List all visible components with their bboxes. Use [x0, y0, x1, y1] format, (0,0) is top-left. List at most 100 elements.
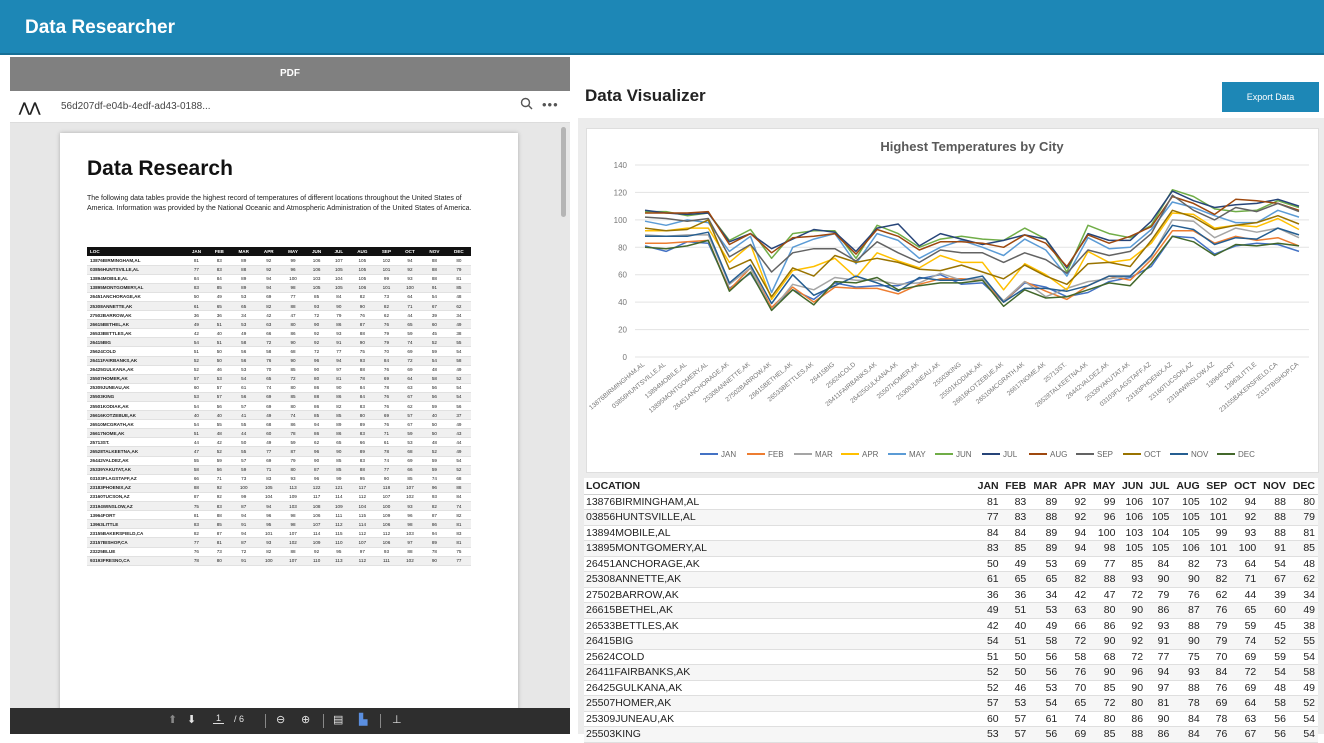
temperature-cell: 106 — [1172, 540, 1203, 557]
y-tick-label: 100 — [614, 216, 628, 225]
zoom-out-icon[interactable]: ⊖ — [276, 713, 285, 726]
location-cell: 13895MONTGOMERY,AL — [87, 283, 185, 293]
temperature-cell: 80 — [305, 374, 329, 384]
location-cell: 03103FLAGSTAFF,AZ — [87, 474, 185, 484]
legend-label: NOV — [1191, 450, 1209, 459]
location-cell: 13894MOBILE,AL — [87, 274, 185, 284]
more-options-icon[interactable]: ••• — [542, 97, 559, 112]
temperature-cell: 83 — [1001, 509, 1030, 526]
temperature-cell: 39 — [1259, 587, 1289, 603]
legend-label: OCT — [1144, 450, 1161, 459]
temperature-cell: 85 — [1288, 540, 1318, 557]
current-page-input[interactable]: 1 — [213, 713, 225, 724]
temperature-cell: 90 — [1146, 571, 1173, 588]
temperature-cell: 90 — [280, 337, 306, 348]
temperature-cell: 87 — [349, 319, 376, 330]
temperature-cell: 90 — [305, 365, 329, 375]
temperature-cell: 83 — [349, 428, 376, 439]
search-icon[interactable] — [520, 97, 533, 114]
location-cell: 26415BIG — [584, 633, 974, 650]
temperature-cell: 82 — [328, 401, 350, 412]
temperature-cell: 105 — [305, 283, 329, 293]
temperature-cell: 101 — [1202, 540, 1231, 557]
location-cell: 26451ANCHORAGE,AK — [87, 292, 185, 302]
zoom-in-icon[interactable]: ⊕ — [301, 713, 310, 726]
page-fit-icon[interactable]: ▤ — [333, 713, 343, 726]
temperature-cell: 51 — [207, 319, 231, 330]
temperature-cell: 69 — [256, 292, 281, 302]
temperature-cell: 51 — [185, 428, 208, 439]
legend-label: JUL — [1003, 450, 1018, 459]
location-cell: 26451ANCHORAGE,AK — [584, 556, 974, 572]
temperature-cell: 68 — [280, 346, 306, 357]
app-title: Data Researcher — [25, 17, 175, 38]
table-row: 26415BIG 54 51 58 72 90 92 91 90 79 74 52 55 — [584, 633, 1318, 650]
document-view-icon[interactable]: ▙ — [359, 713, 367, 726]
column-header-may: MAY — [1089, 478, 1119, 495]
temperature-cell: 107 — [375, 492, 398, 503]
temperature-cell: 93 — [305, 301, 329, 312]
temperature-cell: 96 — [305, 474, 329, 484]
temperature-cell: 88 — [305, 392, 329, 403]
temperature-cell: 118 — [375, 483, 398, 493]
table-row: 23157BISHOP,CA 77 81 87 93 102 109 110 107 106 97 8… — [87, 537, 471, 548]
temperature-cell: 97 — [349, 547, 376, 557]
temperature-cell: 88 — [349, 328, 376, 339]
temperature-cell: 77 — [1089, 556, 1119, 572]
table-row: 23194WINSLOW,AZ 75 83 87 94 103 108 109 104 100 93… — [87, 501, 471, 512]
y-tick-label: 0 — [623, 353, 628, 362]
location-cell: 27502BARROW,AK — [87, 310, 185, 321]
temperature-cell: 78 — [375, 383, 398, 393]
temperature-cell: 49 — [1001, 556, 1030, 572]
temperature-cell: 77 — [446, 556, 471, 566]
table-row: 13963LITTLE 83 85 91 95 98 107 112 114 106 98 86 81 — [87, 519, 471, 530]
temperature-cell: 64 — [397, 292, 423, 302]
temperature-cell: 98 — [397, 519, 423, 530]
temperature-cell: 55 — [207, 419, 231, 430]
temperature-cell: 77 — [280, 292, 306, 302]
temperature-cell: 93 — [1146, 618, 1173, 634]
temperature-cell: 89 — [349, 419, 376, 430]
temperature-cell: 70 — [1060, 680, 1090, 696]
export-data-button[interactable]: Export Data — [1222, 82, 1319, 112]
temperature-cell: 88 — [1259, 525, 1289, 541]
temperature-cell: 87 — [230, 537, 257, 548]
location-cell: 25339YAKUTAT,AK — [87, 465, 185, 475]
temperature-cell: 88 — [1172, 680, 1203, 696]
download-icon[interactable]: ⊥ — [392, 713, 402, 726]
next-page-icon[interactable]: ⬇ — [187, 713, 196, 726]
prev-page-icon[interactable]: ⬆ — [168, 713, 177, 726]
temperature-cell: 85 — [207, 283, 231, 293]
temperature-cell: 76 — [375, 419, 398, 430]
temperature-cell: 97 — [328, 365, 350, 375]
temperature-cell: 90 — [328, 383, 350, 393]
temperature-cell: 94 — [1146, 664, 1173, 681]
pdf-scrollbar[interactable] — [561, 127, 566, 217]
pdf-data-table: LOC JAN FEB MAR APR MAY JUN JUL AUG SEP OCT NOV DEC … — [87, 247, 471, 566]
temperature-cell: 96 — [397, 510, 423, 521]
location-cell: 25713ST. — [87, 437, 185, 448]
temperature-cell: 69 — [375, 374, 398, 384]
pdf-document-area[interactable]: Data Research The following data tables … — [10, 123, 570, 708]
temperature-cell: 65 — [1001, 571, 1030, 588]
temperature-cell: 83 — [446, 528, 471, 539]
temperature-cell: 84 — [1146, 556, 1173, 572]
column-header-location: LOC — [87, 247, 185, 256]
temperature-cell: 57 — [974, 695, 1002, 712]
series-line-aug — [645, 195, 1300, 268]
temperature-cell: 72 — [305, 310, 329, 321]
temperature-cell: 92 — [256, 265, 281, 275]
temperature-cell: 52 — [422, 446, 447, 457]
temperature-cell: 68 — [397, 446, 423, 457]
temperature-cell: 93 — [328, 328, 350, 339]
table-row: 25339YAKUTAT,AK 58 56 59 71 80 87 85 88 77 66 59 52 — [87, 465, 471, 475]
legend-label: MAR — [815, 450, 833, 459]
temperature-cell: 85 — [1089, 726, 1119, 743]
temperature-cell: 107 — [1146, 494, 1173, 510]
temperature-cell: 78 — [280, 428, 306, 439]
temperature-cell: 72 — [1230, 664, 1260, 681]
temperature-cell: 103 — [280, 501, 306, 512]
temperature-cell: 107 — [397, 483, 423, 493]
temperature-cell: 59 — [422, 401, 447, 412]
location-cell: 13876BIRMINGHAM,AL — [584, 494, 974, 510]
